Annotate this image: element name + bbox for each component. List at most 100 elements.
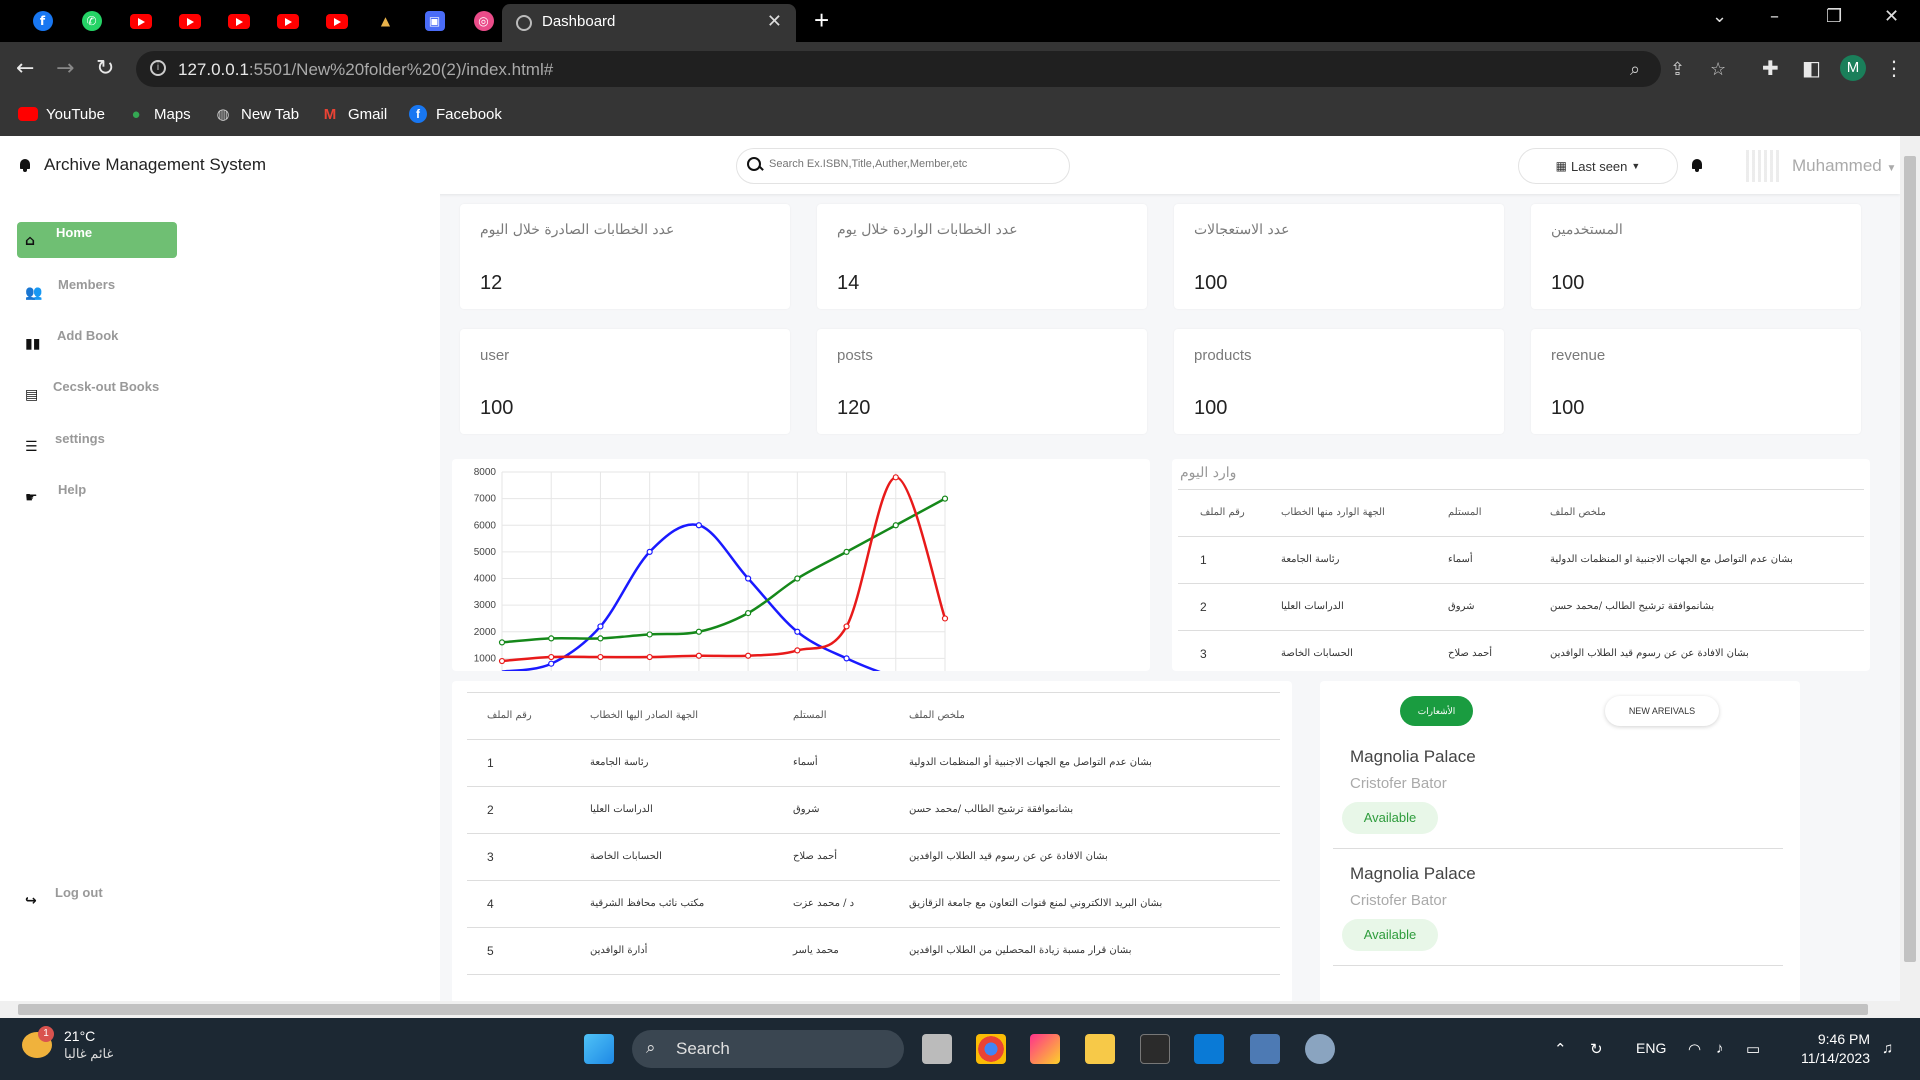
table-row[interactable]: 5 أدارة الوافدين محمد ياسر بشان قرار مسب… xyxy=(467,927,1280,975)
app-icon[interactable] xyxy=(1250,1034,1280,1064)
forward-button[interactable]: → xyxy=(56,56,74,81)
brand[interactable]: Archive Management System xyxy=(18,155,266,175)
app-icon: ▣ xyxy=(424,11,445,31)
pinned-tab-youtube-1[interactable] xyxy=(116,9,165,33)
folder-icon[interactable] xyxy=(1085,1034,1115,1064)
book-card[interactable]: Magnolia Palace Cristofer Bator Availabl… xyxy=(1333,850,1783,966)
cell-summary: بشان عدم التواصل مع الجهات الاجنبية او ا… xyxy=(1541,536,1864,584)
menu-icon[interactable]: ⋮ xyxy=(1884,56,1904,80)
avatar[interactable] xyxy=(1746,150,1780,182)
terminal-icon[interactable] xyxy=(1140,1034,1170,1064)
username[interactable]: Muhammed ▼ xyxy=(1792,156,1896,176)
pinned-tab-whatsapp[interactable]: ✆ xyxy=(67,9,116,33)
y-tick-label: 1000 xyxy=(474,653,497,664)
data-point xyxy=(548,653,555,661)
back-button[interactable]: ← xyxy=(16,56,34,81)
close-window-button[interactable]: ✕ xyxy=(1884,6,1899,27)
scrollbar-thumb[interactable] xyxy=(18,1004,1868,1015)
minimize-button[interactable]: – xyxy=(1770,6,1779,27)
col-recipient: المستلم xyxy=(768,693,899,740)
vscode-icon[interactable] xyxy=(1194,1034,1224,1064)
tab-notifications[interactable]: الأشعارات xyxy=(1400,696,1473,726)
share-icon[interactable]: ⇪ xyxy=(1670,59,1685,80)
windows-start-icon[interactable] xyxy=(584,1034,614,1064)
horizontal-scrollbar[interactable] xyxy=(0,1001,1900,1018)
tab-dashboard[interactable]: Dashboard ✕ xyxy=(502,4,796,42)
outgoing-panel: رقم الملف الجهة الصادر اليها الخطاب المس… xyxy=(452,681,1292,1004)
bookmark-gmail[interactable]: M Gmail xyxy=(320,105,387,123)
sidebar-item-settings[interactable]: ☰ settings xyxy=(17,428,177,464)
cell-summary: بشانموافقة ترشيح الطالب /محمد حسن xyxy=(1541,583,1864,631)
table-row[interactable]: 3 الحسابات الخاصة أحمد صلاح بشان الافادة… xyxy=(467,833,1280,881)
table-row[interactable]: 1 رئاسة الجامعة أسماء بشان عدم التواصل م… xyxy=(1178,536,1864,584)
cell-file-no: 3 xyxy=(1178,630,1271,671)
pinned-tab-youtube-3[interactable] xyxy=(214,9,263,33)
notification-bell-icon[interactable]: ♫ xyxy=(1882,1040,1893,1057)
bookmark-star-icon[interactable]: ☆ xyxy=(1710,59,1726,80)
book-card[interactable]: Magnolia Palace Cristofer Bator Availabl… xyxy=(1333,733,1783,849)
search-box[interactable] xyxy=(736,148,1070,184)
vertical-scrollbar[interactable] xyxy=(1900,136,1920,1018)
pinned-tab-youtube-2[interactable] xyxy=(165,9,214,33)
wifi-icon[interactable]: ◠ xyxy=(1688,1040,1701,1058)
site-info-icon[interactable]: i xyxy=(150,60,166,76)
taskbar-search[interactable]: ⌕ Search xyxy=(632,1030,904,1068)
extensions-icon[interactable]: ✚ xyxy=(1762,56,1779,80)
taskbar-search-label: Search xyxy=(676,1039,730,1058)
notification-bell-icon[interactable] xyxy=(1690,158,1704,172)
zoom-icon[interactable]: ⌕ xyxy=(1630,59,1640,80)
chevron-up-icon[interactable]: ⌃ xyxy=(1554,1040,1567,1058)
caret-down-icon: ▼ xyxy=(1631,161,1641,171)
tab-title: Dashboard xyxy=(542,13,616,30)
data-point xyxy=(745,575,752,582)
settings-gear-icon[interactable] xyxy=(1305,1034,1335,1064)
pinned-tab-app[interactable]: ▣ xyxy=(410,9,459,33)
table-row[interactable]: 3 الحسابات الخاصة أحمد صلاح بشان الافادة… xyxy=(1178,630,1864,671)
close-tab-icon[interactable]: ✕ xyxy=(767,11,782,32)
sidebar-item-members[interactable]: 👥 Members xyxy=(17,274,177,310)
battery-icon[interactable]: ▭ xyxy=(1746,1040,1760,1058)
cell-recipient: أسماء xyxy=(1438,536,1541,584)
pinned-tab-facebook[interactable]: f xyxy=(18,9,67,33)
clock[interactable]: 9:46 PM 11/14/2023 xyxy=(1786,1030,1870,1068)
tab-search-icon[interactable]: ⌄ xyxy=(1712,6,1727,27)
table-row[interactable]: 4 مكتب نائب محافظ الشرقية د / محمد عزت ب… xyxy=(467,880,1280,928)
series-line-1 xyxy=(501,497,946,644)
sidebar-item-help[interactable]: ☛ Help xyxy=(17,479,177,515)
bookmark-facebook[interactable]: f Facebook xyxy=(408,105,502,123)
col-summary: ملخص الملف xyxy=(899,693,1280,740)
sidebar-item-add-book[interactable]: ▮▮ Add Book xyxy=(17,325,177,361)
bookmark-maps[interactable]: ● Maps xyxy=(126,105,190,123)
sidebar-item-checkout-books[interactable]: ▤ Cecsk-out Books xyxy=(17,376,217,412)
language-indicator[interactable]: ENG xyxy=(1636,1040,1666,1056)
bookmark-new-tab[interactable]: ◍ New Tab xyxy=(213,105,299,124)
pinned-tab-dribbble[interactable]: ◎ xyxy=(459,9,508,33)
volume-icon[interactable]: ♪ xyxy=(1716,1040,1724,1057)
side-panel-icon[interactable]: ◧ xyxy=(1802,56,1821,80)
new-tab-button[interactable]: + xyxy=(814,5,829,36)
search-input[interactable] xyxy=(769,158,1059,170)
pinned-tab-site[interactable]: ▲ xyxy=(361,9,410,33)
pinned-tab-youtube-4[interactable] xyxy=(263,9,312,33)
url-field[interactable]: i 127.0.0.1:5501/New%20folder%20(2)/inde… xyxy=(136,51,1726,87)
pinned-tab-youtube-5[interactable] xyxy=(312,9,361,33)
profile-avatar[interactable]: M xyxy=(1840,55,1866,81)
jetbrains-icon[interactable] xyxy=(1030,1034,1060,1064)
table-row[interactable]: 2 الدراسات العليا شروق بشانموافقة ترشيح … xyxy=(467,786,1280,834)
scrollbar-thumb[interactable] xyxy=(1904,156,1916,962)
bookmark-youtube[interactable]: YouTube xyxy=(18,105,105,123)
file-explorer-alt-icon[interactable] xyxy=(922,1034,952,1064)
sync-icon[interactable]: ↻ xyxy=(1590,1040,1603,1058)
table-row[interactable]: 1 رئاسة الجامعة أسماء بشان عدم التواصل م… xyxy=(467,739,1280,787)
data-point xyxy=(597,623,604,630)
sidebar-item-home[interactable]: ⌂ Home xyxy=(17,222,177,258)
logout-button[interactable]: ↪ Log out xyxy=(17,882,177,918)
tab-new-arrivals[interactable]: NEW AREIVALS xyxy=(1605,696,1719,726)
mountain-icon: ▲ xyxy=(375,11,396,31)
table-row[interactable]: 2 الدراسات العليا شروق بشانموافقة ترشيح … xyxy=(1178,583,1864,631)
restore-button[interactable]: ❐ xyxy=(1826,6,1842,27)
reload-button[interactable]: ↻ xyxy=(96,56,114,81)
last-seen-dropdown[interactable]: ▦ Last seen ▼ xyxy=(1518,148,1678,184)
dribbble-icon: ◎ xyxy=(473,11,494,31)
chrome-icon[interactable] xyxy=(976,1034,1006,1064)
